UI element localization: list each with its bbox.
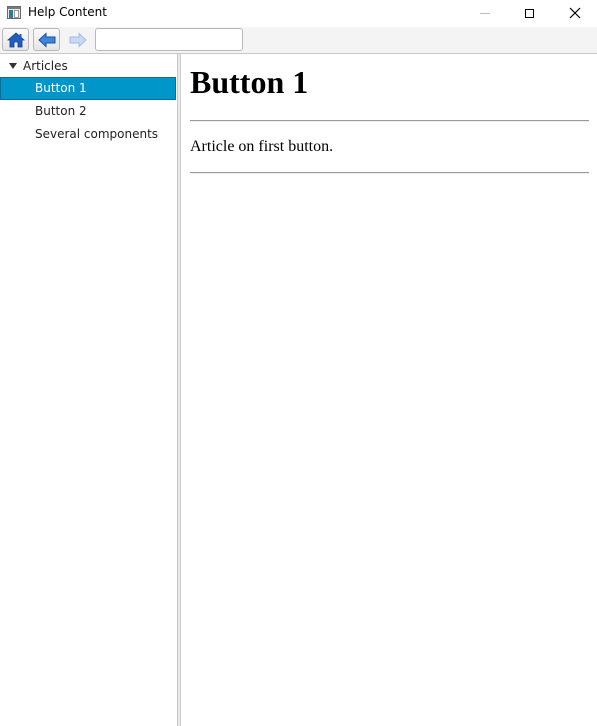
maximize-icon [525, 8, 534, 18]
article-tree: Articles Button 1 Button 2 Several compo… [0, 54, 177, 726]
minimize-button[interactable] [462, 0, 507, 26]
tree-item-several-components[interactable]: Several components [0, 123, 176, 146]
tree-item-button-2[interactable]: Button 2 [0, 100, 176, 123]
address-input[interactable] [95, 28, 243, 51]
toolbar [0, 27, 597, 54]
divider-bottom [190, 172, 589, 174]
tree-root-articles[interactable]: Articles [0, 55, 176, 78]
back-button[interactable] [33, 28, 60, 51]
tree-item-label: Button 1 [35, 81, 87, 95]
close-button[interactable] [552, 0, 597, 26]
maximize-button[interactable] [507, 0, 552, 26]
home-icon [7, 32, 25, 48]
window-title: Help Content [28, 5, 107, 19]
close-icon [569, 7, 580, 19]
home-button[interactable] [2, 28, 29, 51]
minimize-icon [479, 12, 490, 14]
tree-item-label: Several components [35, 127, 159, 141]
app-icon [7, 6, 21, 19]
article-heading: Button 1 [190, 64, 309, 100]
split-divider[interactable] [177, 54, 181, 726]
tree-item-button-1[interactable]: Button 1 [0, 77, 176, 100]
article-body: Article on first button. [190, 138, 334, 155]
tree-item-label: Button 2 [35, 104, 87, 118]
back-arrow-icon [38, 32, 56, 48]
divider-top [190, 120, 589, 122]
forward-button[interactable] [64, 28, 91, 51]
article-view: Button 1 Article on first button. [182, 54, 597, 726]
tree-root-label: Articles [23, 59, 68, 73]
title-bar: Help Content [0, 0, 597, 26]
expand-arrow-icon[interactable] [9, 63, 17, 69]
forward-arrow-icon [69, 32, 87, 48]
